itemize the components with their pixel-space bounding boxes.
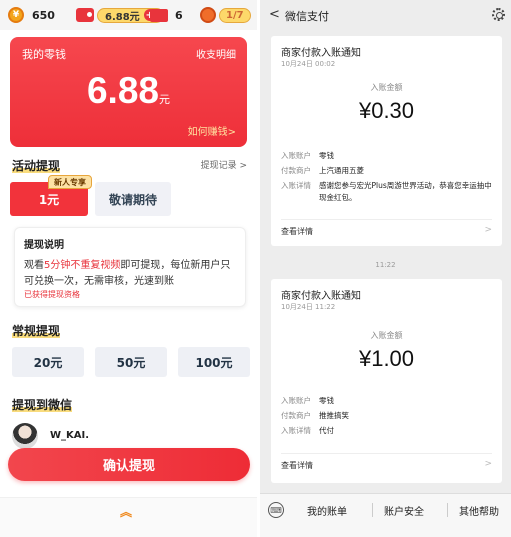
- status-bar: ¥ 650 6.88元 + 6 1/7: [0, 0, 257, 30]
- amount-value: ¥0.30: [358, 98, 415, 123]
- money-value: 6.88元: [105, 11, 140, 23]
- back-icon[interactable]: <: [269, 7, 280, 22]
- message-title: 商家付款入账通知: [281, 291, 361, 302]
- time-stat: 1/7: [200, 6, 251, 24]
- withdraw-option-20[interactable]: 20元: [12, 347, 84, 377]
- row-value: 零钱: [319, 396, 334, 405]
- amount-label: 入账金额: [370, 331, 403, 340]
- amount-label: 入账金额: [370, 83, 403, 92]
- double-chevron-up-icon[interactable]: ︽: [120, 503, 132, 520]
- payment-message-1[interactable]: 商家付款入账通知 10月24日 00:02 入账金额 ¥0.30 入账账户 零钱…: [271, 36, 502, 246]
- view-detail-link[interactable]: 查看详情: [281, 226, 313, 237]
- row-key: 入账账户: [281, 151, 311, 160]
- wallet-panel: ¥ 650 6.88元 + 6 1/7 我的零钱 收支明细 6.88元 如何赚钱…: [0, 0, 257, 537]
- clock-icon: [200, 7, 216, 23]
- notice-text: 观看5分钟不重复视频即可提现，每位新用户只可兑换一次，无需审核，光速到账: [24, 258, 236, 290]
- row-value: 感谢您参与宏光Plus周游世界活动，恭喜您幸运抽中现金红包。: [319, 181, 492, 202]
- notice-text-pre: 观看: [24, 260, 44, 271]
- detail-row-account: 入账账户 零钱: [281, 395, 492, 407]
- row-key: 入账详情: [281, 426, 311, 435]
- wechat-pay-panel: < 微信支付 商家付款入账通知 10月24日 00:02 入账金额 ¥0.30 …: [260, 0, 511, 537]
- row-value: 上汽通用五菱: [319, 166, 364, 175]
- detail-row-merchant: 付款商户 推推搞笑: [281, 410, 492, 422]
- timestamp: 11:22: [375, 261, 396, 269]
- notice-title: 提现说明: [24, 240, 64, 251]
- qualified-text: 已获得提现资格: [24, 290, 80, 299]
- detail-row-account: 入账账户 零钱: [281, 150, 492, 162]
- keyboard-icon[interactable]: ⌨: [268, 502, 284, 518]
- row-key: 入账账户: [281, 396, 311, 405]
- withdraw-record-link[interactable]: 提现记录 >: [201, 158, 247, 171]
- page-title: 微信支付: [285, 10, 329, 23]
- balance-amount: 6.88元: [10, 70, 247, 112]
- transaction-detail-link[interactable]: 收支明细: [196, 46, 236, 61]
- balance-value: 6.88: [86, 70, 159, 111]
- card-icon: [150, 8, 168, 22]
- card-count: 6: [175, 8, 183, 22]
- row-value: 零钱: [319, 151, 334, 160]
- wechat-username: W_KAI.: [50, 430, 90, 441]
- menu-separator: [447, 503, 448, 517]
- detail-row-merchant: 付款商户 上汽通用五菱: [281, 165, 492, 177]
- message-title: 商家付款入账通知: [281, 48, 361, 59]
- detail-row-info: 入账详情 感谢您参与宏光Plus周游世界活动，恭喜您幸运抽中现金红包。: [281, 180, 492, 204]
- row-key: 付款商户: [281, 411, 311, 420]
- menu-separator: [372, 503, 373, 517]
- avatar: [12, 423, 38, 449]
- withdraw-option-100[interactable]: 100元: [178, 347, 250, 377]
- wallet-icon: [76, 8, 94, 22]
- row-key: 付款商户: [281, 166, 311, 175]
- divider: [281, 219, 492, 220]
- activity-title: 活动提现: [12, 159, 61, 173]
- view-detail-link[interactable]: 查看详情: [281, 460, 313, 471]
- menu-my-bills[interactable]: 我的账单: [307, 503, 347, 518]
- balance-card: 我的零钱 收支明细 6.88元 如何赚钱>: [10, 37, 247, 147]
- divider: [281, 453, 492, 454]
- notice-highlight: 5分钟不重复视频: [44, 260, 121, 271]
- row-value: 推推搞笑: [319, 411, 349, 420]
- gear-icon[interactable]: [492, 8, 505, 21]
- amount-value: ¥1.00: [358, 346, 415, 371]
- message-date: 10月24日 11:22: [281, 303, 336, 311]
- balance-title: 我的零钱: [22, 48, 66, 61]
- row-value: 代付: [319, 426, 334, 435]
- wechat-header: < 微信支付: [260, 0, 511, 30]
- how-to-earn-link[interactable]: 如何赚钱>: [188, 123, 236, 138]
- chevron-right-icon: >: [484, 225, 492, 235]
- bottom-menu: ⌨ 我的账单 账户安全 其他帮助: [260, 493, 511, 537]
- confirm-withdraw-button[interactable]: 确认提现: [8, 448, 250, 481]
- chevron-right-icon: >: [484, 459, 492, 469]
- coin-count: 650: [32, 8, 55, 22]
- coin-icon: ¥: [8, 7, 24, 23]
- card-stat: 6: [150, 6, 183, 24]
- row-key: 入账详情: [281, 181, 311, 190]
- new-user-badge: 新人专享: [48, 175, 92, 189]
- withdraw-option-50[interactable]: 50元: [95, 347, 167, 377]
- regular-title: 常规提现: [12, 324, 61, 338]
- coin-stat: ¥ 650: [8, 6, 55, 24]
- withdraw-notice: 提现说明 观看5分钟不重复视频即可提现，每位新用户只可兑换一次，无需审核，光速到…: [14, 227, 246, 307]
- wechat-withdraw-title: 提现到微信: [12, 398, 73, 412]
- detail-row-info: 入账详情 代付: [281, 425, 492, 437]
- message-date: 10月24日 00:02: [281, 60, 336, 68]
- payment-message-2[interactable]: 商家付款入账通知 10月24日 11:22 入账金额 ¥1.00 入账账户 零钱…: [271, 279, 502, 483]
- menu-account-security[interactable]: 账户安全: [384, 503, 424, 518]
- time-progress: 1/7: [219, 7, 251, 23]
- menu-other-help[interactable]: 其他帮助: [459, 503, 499, 518]
- balance-unit: 元: [159, 94, 170, 106]
- withdraw-option-coming[interactable]: 敬请期待: [95, 182, 171, 216]
